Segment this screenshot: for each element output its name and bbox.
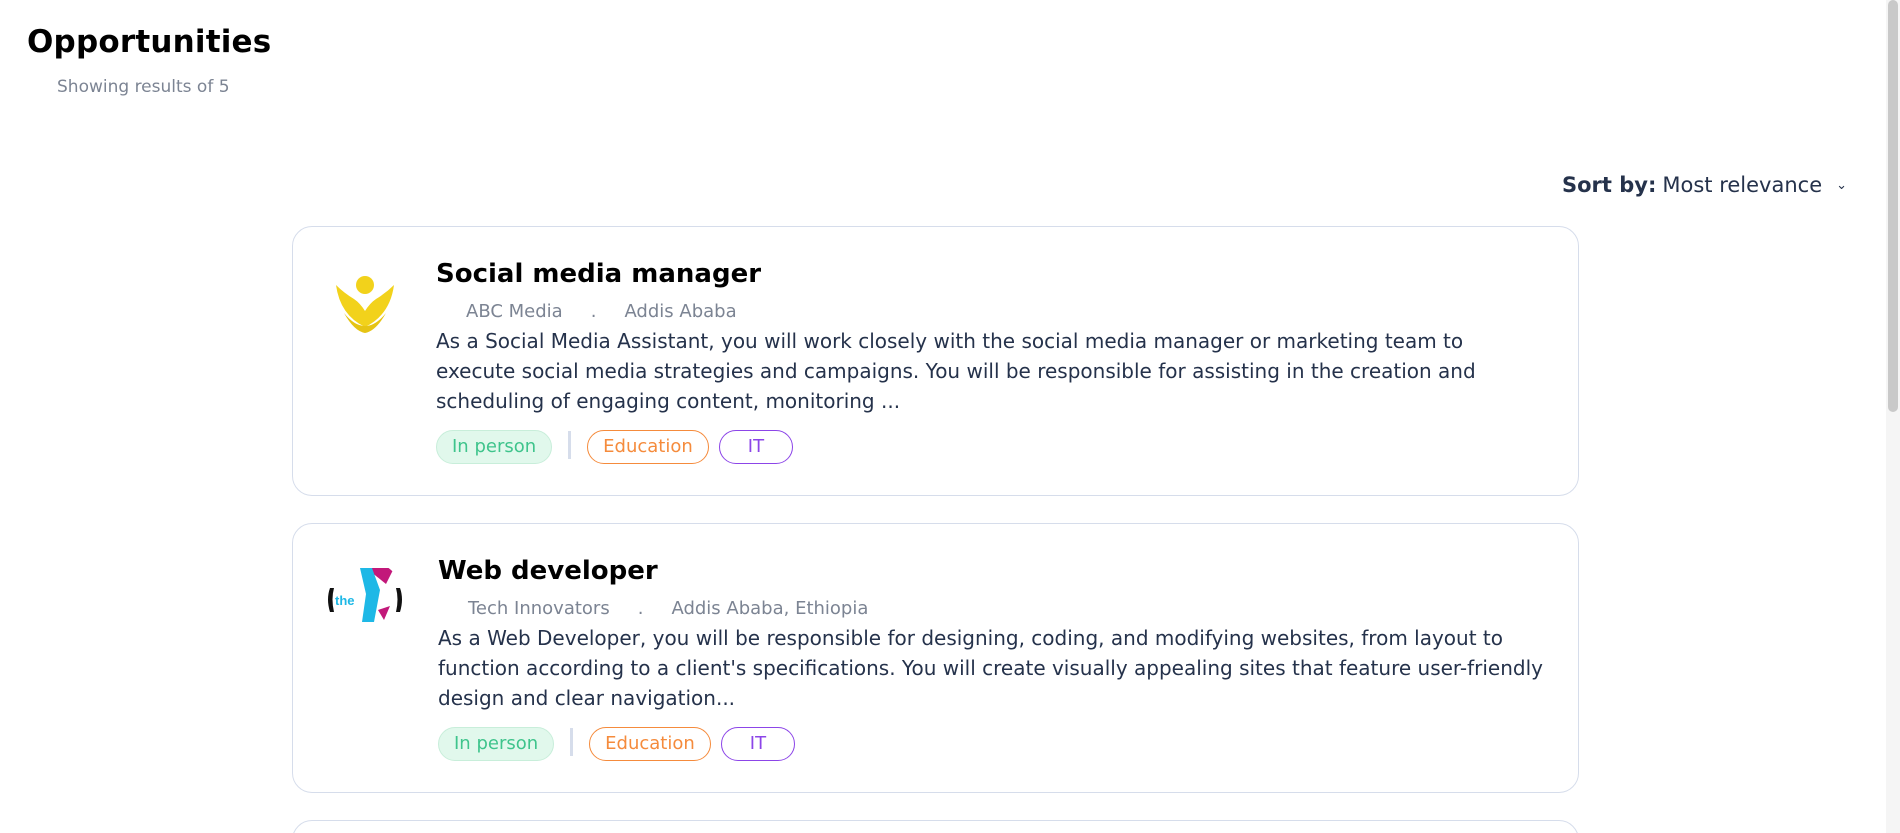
company-logo: the [326, 560, 404, 638]
job-title[interactable]: Social media manager [436, 259, 1546, 289]
job-tags: In person Education IT [438, 727, 1548, 761]
job-description: As a Web Developer, you will be responsi… [438, 626, 1543, 710]
tag-in-person: In person [438, 727, 555, 761]
job-card[interactable]: Social media manager ABC Media . Addis A… [292, 226, 1579, 496]
company-logo-icon [326, 263, 404, 341]
job-card[interactable]: the Web developer Tech Innovators . Addi… [292, 523, 1579, 793]
meta-separator: . [637, 598, 644, 619]
job-tags: In person Education IT [436, 430, 1546, 464]
tag-it: IT [720, 727, 796, 761]
tag-divider [568, 431, 572, 459]
sort-dropdown[interactable]: Sort by: Most relevance ⌄ [1562, 173, 1847, 197]
logo-text: the [335, 593, 355, 608]
sort-label: Sort by: [1562, 173, 1657, 197]
company-name: ABC Media [466, 301, 563, 322]
job-card-body: Social media manager ABC Media . Addis A… [436, 259, 1546, 464]
scrollbar[interactable] [1886, 0, 1900, 833]
tag-education: Education [587, 430, 709, 464]
company-name: Tech Innovators [468, 598, 610, 619]
sort-value[interactable]: Most relevance [1662, 173, 1822, 197]
job-location: Addis Ababa [624, 301, 737, 322]
job-meta: Tech Innovators . Addis Ababa, Ethiopia [438, 598, 1548, 619]
company-logo [326, 263, 404, 341]
job-card[interactable] [292, 820, 1579, 833]
job-location: Addis Ababa, Ethiopia [671, 598, 869, 619]
results-count: Showing results of 5 [57, 77, 230, 97]
company-logo-icon: the [326, 560, 404, 638]
meta-separator: . [590, 301, 597, 322]
chevron-down-icon[interactable]: ⌄ [1836, 178, 1847, 193]
scrollbar-thumb[interactable] [1888, 0, 1898, 412]
job-title[interactable]: Web developer [438, 556, 1548, 586]
job-card-body: Web developer Tech Innovators . Addis Ab… [438, 556, 1548, 761]
tag-divider [570, 728, 574, 756]
tag-it: IT [718, 430, 794, 464]
job-description: As a Social Media Assistant, you will wo… [436, 329, 1476, 413]
job-meta: ABC Media . Addis Ababa [436, 301, 1546, 322]
page-title: Opportunities [27, 24, 272, 60]
page-header: Opportunities Showing results of 5 [27, 24, 272, 97]
opportunities-page: Opportunities Showing results of 5 Sort … [0, 0, 1900, 833]
tag-education: Education [589, 727, 711, 761]
tag-in-person: In person [436, 430, 553, 464]
